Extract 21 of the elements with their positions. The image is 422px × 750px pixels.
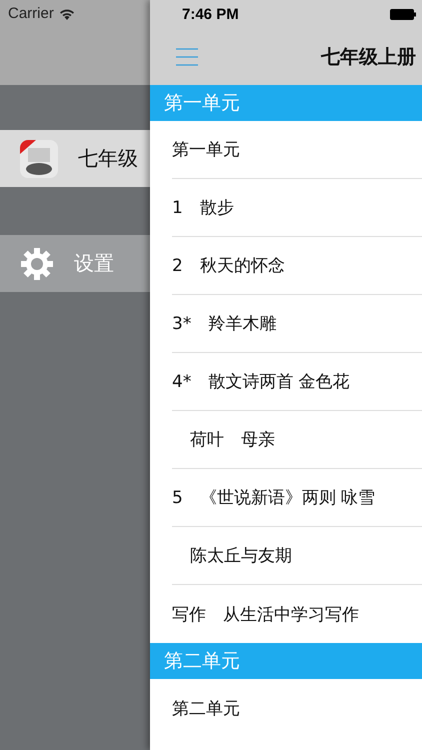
- lesson-item[interactable]: 2 秋天的怀念: [172, 254, 285, 277]
- section-header: 第一单元: [150, 85, 422, 121]
- settings-icon: [20, 246, 54, 280]
- lesson-item[interactable]: 陈太丘与友期: [172, 544, 292, 567]
- status-time: 7:46 PM: [182, 6, 239, 22]
- wifi-icon: [58, 8, 75, 20]
- battery-icon: [390, 8, 416, 20]
- page-title: 七年级上册: [321, 44, 416, 70]
- menu-icon[interactable]: [176, 48, 198, 66]
- carrier-label: Carrier: [8, 5, 54, 22]
- lesson-item[interactable]: 3* 羚羊木雕: [172, 312, 276, 335]
- lesson-item[interactable]: 5 《世说新语》两则 咏雪: [172, 486, 376, 509]
- lesson-item[interactable]: 荷叶 母亲: [172, 428, 275, 451]
- lesson-item[interactable]: 第二单元: [172, 696, 240, 720]
- section-header: 第二单元: [150, 643, 422, 679]
- drawer-item[interactable]: 七年级: [0, 130, 150, 187]
- lesson-item[interactable]: 4* 散文诗两首 金色花: [172, 370, 350, 393]
- lesson-item[interactable]: 写作 从生活中学习写作: [172, 602, 359, 626]
- app-icon: [20, 140, 58, 178]
- lesson-item[interactable]: 1 散步: [172, 196, 234, 219]
- lesson-item[interactable]: 第一单元: [172, 138, 240, 161]
